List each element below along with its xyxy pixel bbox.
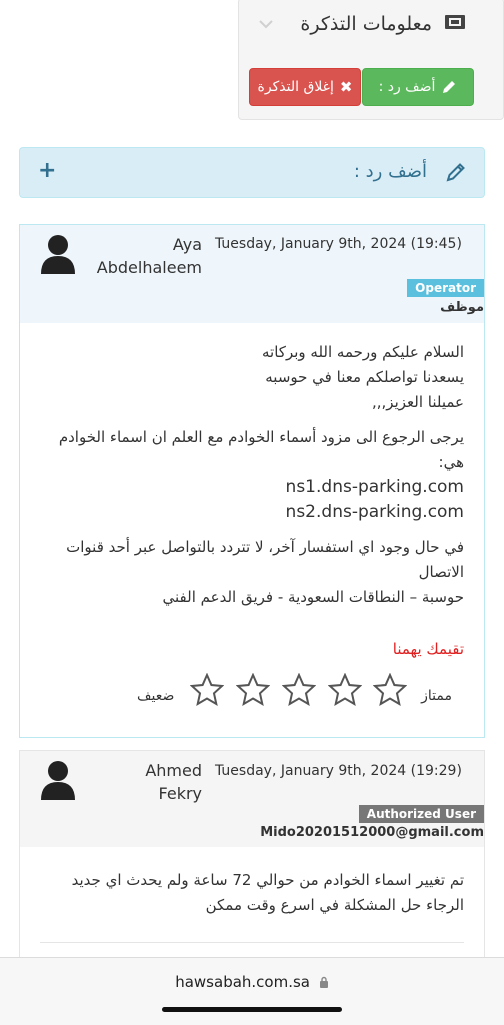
message-line: في حال وجود اي استفسار آخر، لا تتردد بال… — [66, 538, 464, 556]
pencil-icon — [446, 163, 465, 182]
rating-best-label: ممتاز — [421, 688, 452, 704]
star-icon[interactable] — [236, 673, 270, 707]
ticket-icon — [445, 15, 465, 29]
url-text: hawsabah.com.sa — [175, 973, 310, 991]
message-author: Ahmed Fekry — [145, 759, 202, 805]
message-date: Tuesday, January 9th, 2024 (19:29) — [215, 763, 462, 779]
author-first-name: Ahmed — [145, 761, 202, 780]
user-avatar-icon — [41, 235, 75, 274]
message-line: يسعدنا تواصلكم معنا في حوسبه — [265, 368, 464, 386]
message-date: Tuesday, January 9th, 2024 (19:45) — [215, 236, 462, 252]
message-author: Aya Abdelhaleem — [97, 233, 202, 279]
message-card — [19, 750, 485, 970]
role-badge: Authorized User — [358, 805, 484, 823]
message-body: تم تغيير اسماء الخوادم من حوالي 72 ساعة … — [34, 868, 464, 918]
star-icon[interactable] — [328, 673, 362, 707]
message-line: حوسبة – النطاقات السعودية - فريق الدعم ا… — [162, 588, 464, 606]
star-icon[interactable] — [373, 673, 407, 707]
add-reply-button[interactable]: أضف رد : — [362, 68, 474, 106]
divider — [40, 942, 464, 943]
close-ticket-button[interactable]: ✖ إغلاق التذكرة — [249, 68, 361, 106]
nameserver-2: ns2.dns-parking.com — [285, 502, 464, 522]
rating-prompt: تقيمك يهمنا — [392, 640, 464, 658]
home-indicator — [162, 1007, 342, 1012]
star-icon[interactable] — [282, 673, 316, 707]
close-icon: ✖ — [339, 78, 353, 96]
rating-worst-label: ضعيف — [137, 688, 175, 704]
message-line: عميلنا العزيز,,, — [372, 393, 464, 411]
message-line: السلام عليكم ورحمه الله وبركاته — [262, 343, 464, 361]
message-line: الاتصال — [418, 563, 464, 581]
author-last-name: Abdelhaleem — [96, 258, 202, 277]
star-icon[interactable] — [190, 673, 224, 707]
nameserver-1: ns1.dns-parking.com — [285, 477, 464, 497]
expand-plus-icon[interactable]: + — [38, 158, 56, 183]
address-url[interactable]: hawsabah.com.sa — [0, 973, 504, 991]
pencil-icon — [443, 81, 456, 93]
add-reply-bar-label: أضف رد : — [353, 161, 427, 182]
message-body: السلام عليكم ورحمه الله وبركاته يسعدنا ت… — [34, 340, 464, 610]
browser-address-bar[interactable] — [0, 957, 504, 1025]
close-ticket-label: إغلاق التذكرة — [257, 79, 334, 95]
role-subtitle: موظف — [440, 300, 484, 315]
role-badge: Operator — [407, 279, 484, 297]
message-line: يرجى الرجوع الى مزود أسماء الخوادم مع ال… — [58, 428, 464, 446]
add-reply-label: أضف رد : — [378, 79, 436, 95]
role-subtitle: Mido20201512000@gmail.com — [260, 825, 484, 840]
chevron-down-icon[interactable] — [256, 14, 276, 34]
message-line: هي: — [438, 453, 464, 471]
ticket-info-title[interactable]: معلومات التذكرة — [300, 13, 432, 35]
author-first-name: Aya — [172, 235, 202, 254]
author-last-name: Fekry — [158, 784, 202, 803]
message-line: الرجاء حل المشكلة في اسرع وقت ممكن — [205, 896, 464, 914]
lock-icon — [319, 976, 328, 988]
message-line: تم تغيير اسماء الخوادم من حوالي 72 ساعة … — [71, 871, 464, 889]
user-avatar-icon — [41, 761, 75, 800]
